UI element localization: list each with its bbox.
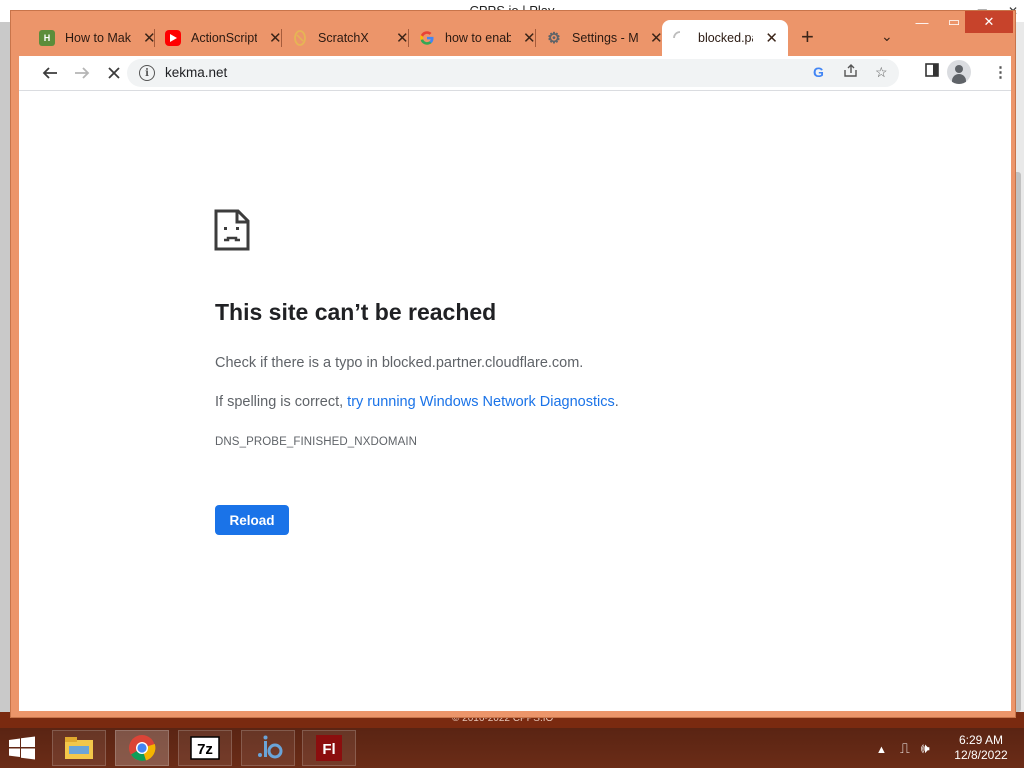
share-icon[interactable]: [843, 64, 859, 81]
error-title: This site can’t be reached: [215, 299, 497, 325]
new-tab-button[interactable]: +: [801, 26, 814, 48]
avatar-head: [955, 65, 963, 73]
scratchx-icon: [292, 30, 308, 46]
window-close-button[interactable]: ✕: [965, 11, 1013, 33]
profile-avatar[interactable]: [947, 60, 971, 84]
youtube-icon: [165, 30, 181, 46]
7zip-icon[interactable]: 7z: [178, 730, 232, 766]
tab-actionscript[interactable]: ActionScript ✕: [155, 20, 292, 56]
bookmark-star-icon[interactable]: ☆: [875, 64, 888, 81]
chrome-icon[interactable]: [115, 730, 169, 766]
avatar-body: [952, 74, 966, 84]
gear-icon: ⚙: [547, 30, 561, 47]
tab-search-button[interactable]: ⌄: [881, 28, 893, 45]
file-explorer-icon[interactable]: [52, 730, 106, 766]
sad-document-icon: [214, 209, 250, 256]
stop-loading-button[interactable]: [103, 62, 125, 84]
volume-icon[interactable]: 🕪: [921, 740, 930, 756]
svg-text:Fl: Fl: [322, 741, 335, 758]
system-tray: ▲ ⎍ 🕪: [876, 740, 930, 757]
reload-button[interactable]: Reload: [215, 505, 289, 535]
tab-scratchx[interactable]: ScratchX ✕: [282, 20, 419, 56]
error-code: DNS_PROBE_FINISHED_NXDOMAIN: [215, 436, 418, 448]
tab-title: ScratchX: [318, 31, 369, 45]
flash-icon[interactable]: Fl: [302, 730, 356, 766]
taskbar: 7z Fl ▲ ⎍ 🕪 6:29 AM 12/8/2022: [0, 728, 1024, 768]
close-icon[interactable]: ✕: [765, 29, 778, 47]
google-lens-icon[interactable]: G: [813, 64, 824, 80]
minimize-icon[interactable]: —: [907, 11, 937, 33]
browser-toolbar: i kekma.net G ☆ ⋮: [19, 56, 1011, 90]
close-icon[interactable]: ✕: [396, 29, 409, 47]
tab-title: Settings - Mor: [572, 31, 638, 45]
tab-title: ActionScript: [191, 31, 257, 45]
network-icon[interactable]: ⎍: [900, 740, 910, 756]
forward-button[interactable]: [71, 62, 93, 84]
diagnostics-suffix: .: [614, 394, 619, 410]
tab-how-to-enable[interactable]: how to enable ✕: [409, 20, 546, 56]
tab-blocked-partner[interactable]: blocked.partner ✕: [662, 20, 788, 56]
svg-text:7z: 7z: [197, 741, 213, 758]
tab-how-to-make[interactable]: H How to Make ✕: [29, 20, 166, 56]
network-diagnostics-link[interactable]: try running Windows Network Diagnostics: [347, 394, 615, 410]
tab-settings[interactable]: ⚙ Settings - Mor ✕: [536, 20, 673, 56]
clock[interactable]: 6:29 AM 12/8/2022: [944, 733, 1018, 763]
clock-time: 6:29 AM: [958, 733, 1004, 747]
close-icon[interactable]: ✕: [269, 29, 282, 47]
start-button[interactable]: [8, 736, 36, 765]
clock-date: 12/8/2022: [954, 748, 1008, 762]
side-panel-icon[interactable]: [925, 63, 939, 81]
google-icon: [419, 30, 435, 46]
background-left-strip: [0, 22, 10, 722]
tab-title: How to Make: [65, 31, 131, 45]
url-text[interactable]: kekma.net: [165, 65, 227, 80]
close-icon[interactable]: ✕: [523, 29, 536, 47]
h-site-icon: H: [39, 30, 55, 46]
chrome-window: H How to Make ✕ ActionScript ✕ ScratchX …: [10, 10, 1016, 718]
io-app-icon[interactable]: [241, 730, 295, 766]
tab-title: blocked.partner: [698, 31, 753, 45]
error-diagnostics-hint: If spelling is correct, try running Wind…: [215, 394, 619, 410]
tab-strip: H How to Make ✕ ActionScript ✕ ScratchX …: [11, 11, 1015, 57]
site-info-icon[interactable]: i: [139, 65, 155, 81]
back-button[interactable]: [39, 62, 61, 84]
show-hidden-icons-icon[interactable]: ▲: [876, 744, 887, 756]
tab-title: how to enable: [445, 31, 511, 45]
error-page: This site can’t be reached Check if ther…: [19, 90, 1011, 711]
diagnostics-prefix: If spelling is correct,: [215, 394, 348, 410]
address-bar[interactable]: i kekma.net G ☆: [127, 59, 899, 87]
close-icon[interactable]: ✕: [650, 29, 663, 47]
more-menu-icon[interactable]: ⋮: [993, 63, 1008, 81]
error-typo-hint: Check if there is a typo in blocked.part…: [215, 355, 584, 371]
loading-spinner-icon: [672, 30, 688, 46]
